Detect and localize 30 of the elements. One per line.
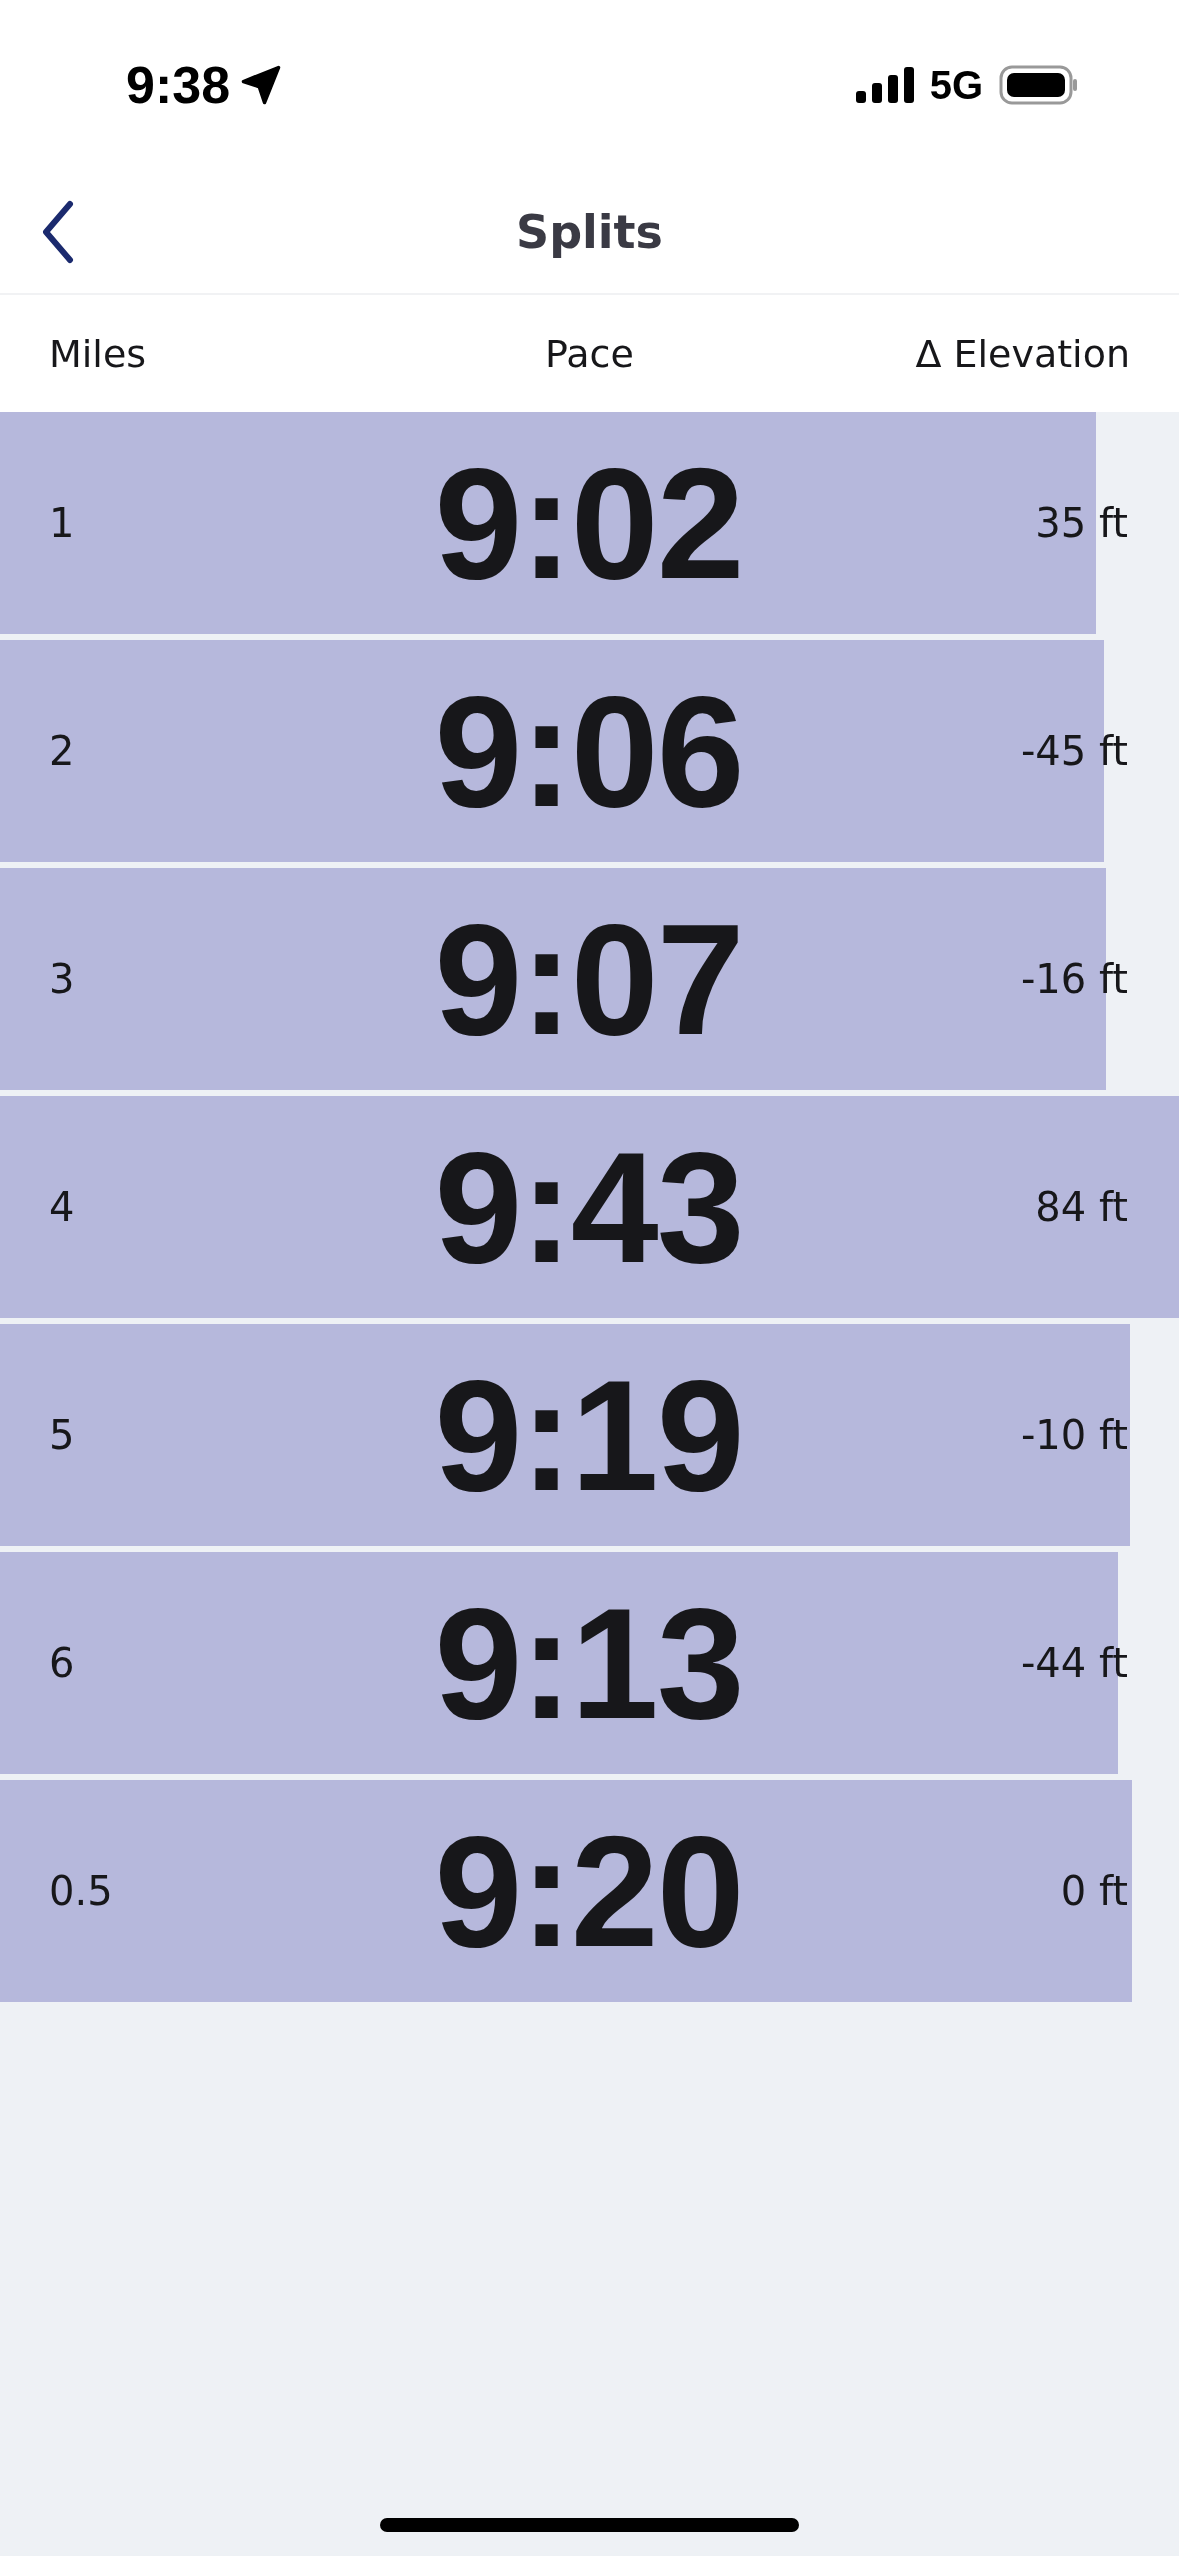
signal-icon (855, 67, 914, 103)
split-pace: 9:13 (434, 1573, 743, 1753)
battery-icon (999, 65, 1079, 105)
elevation-change: -10 ft (1020, 1412, 1128, 1458)
split-pace: 9:43 (434, 1117, 743, 1297)
column-header: Miles (49, 331, 148, 376)
elevation-change: -45 ft (1020, 728, 1128, 774)
elevation-change: -16 ft (1020, 956, 1128, 1002)
split-pace: 9:20 (434, 1801, 743, 1981)
status-time: 9:38 (126, 55, 231, 115)
mile-number: 5 (49, 1412, 76, 1458)
split-pace: 9:06 (434, 661, 743, 841)
mile-number: 3 (49, 956, 76, 1002)
mile-number: 0.5 (49, 1868, 114, 1914)
column-header: Pace (545, 331, 634, 376)
elevation-change: 35 ft (1035, 500, 1128, 546)
split-pace: 9:19 (434, 1345, 743, 1525)
elevation-change: 0 ft (1060, 1868, 1128, 1914)
location-arrow-icon (240, 64, 283, 106)
elevation-change: -44 ft (1020, 1640, 1128, 1686)
split-pace: 9:02 (434, 433, 743, 613)
split-pace: 9:07 (434, 889, 743, 1069)
column-header: Δ Elevation (915, 331, 1130, 376)
mile-number: 1 (49, 500, 76, 546)
mile-number: 4 (49, 1184, 76, 1230)
mile-number: 6 (49, 1640, 76, 1686)
mile-number: 2 (49, 728, 76, 774)
network-label: 5G (929, 62, 983, 108)
elevation-change: 84 ft (1035, 1184, 1128, 1230)
screen-title: Splits (516, 204, 663, 259)
